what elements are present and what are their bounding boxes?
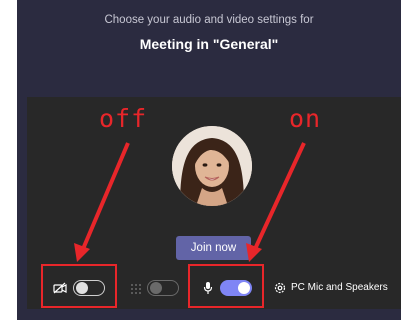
off-arrow-line — [81, 142, 130, 250]
background-blur-toggle[interactable] — [147, 280, 179, 296]
on-arrow-line — [253, 142, 306, 250]
microphone-icon — [203, 281, 213, 300]
camera-off-icon — [53, 281, 67, 299]
microphone-toggle-knob — [238, 282, 250, 294]
device-settings-label[interactable]: PC Mic and Speakers — [291, 282, 388, 293]
gear-icon[interactable] — [273, 281, 287, 300]
off-arrow-head — [74, 243, 90, 262]
background-blur-icon — [130, 282, 142, 300]
microphone-toggle[interactable] — [220, 280, 252, 296]
video-toggle-knob — [76, 282, 88, 294]
background-blur-toggle-knob — [150, 282, 162, 294]
on-arrow-head — [246, 243, 262, 262]
video-toggle[interactable] — [73, 280, 105, 296]
